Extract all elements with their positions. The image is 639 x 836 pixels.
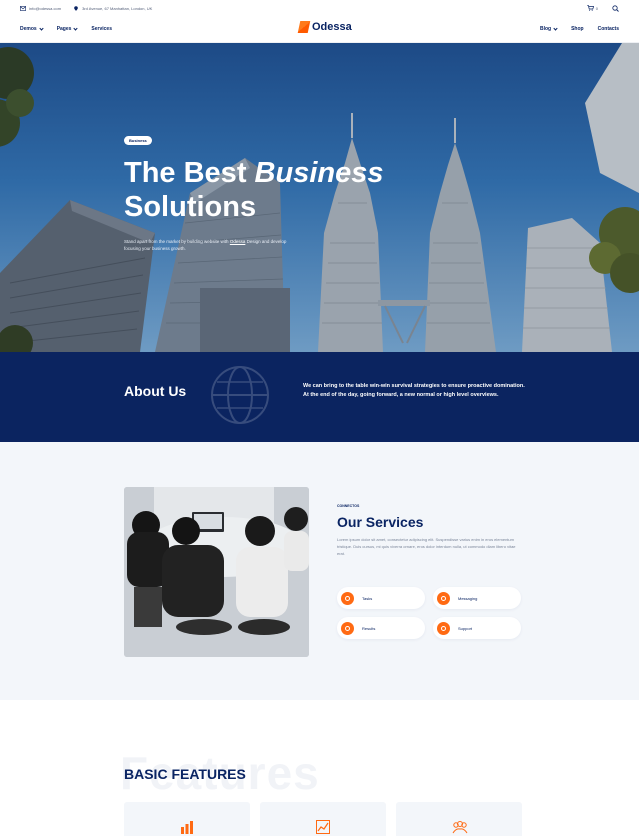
globe-icon [211,366,269,424]
service-chip-tasks[interactable]: Tasks [337,587,425,609]
nav-item-demos[interactable]: Demos [20,25,44,32]
nav-label: Contacts [597,26,619,32]
results-icon [341,621,354,635]
hero-title-emphasis: Business [254,157,384,189]
main-navigation: Demos Pages Services Odessa Blog Shop Co… [0,16,639,43]
tasks-icon [341,591,354,605]
email-contact[interactable]: info@odessa.com [20,6,61,11]
hero-desc-link[interactable]: Odessa [230,239,246,244]
nav-item-blog[interactable]: Blog [539,25,558,32]
cart-icon [587,5,594,11]
messaging-icon [437,591,450,605]
chip-label: Results [362,625,376,631]
services-description: Lorem ipsum dolor sit amet, consectetur … [337,537,516,556]
features-section: Features BASIC FEATURES [0,700,639,836]
feature-card-2[interactable] [260,802,386,836]
chevron-down-icon [73,25,79,31]
chevron-down-icon [39,25,44,31]
about-text: We can bring to the table win-win surviv… [303,383,525,398]
mail-icon [20,5,26,11]
support-icon [437,621,450,635]
service-chip-results[interactable]: Results [337,617,425,639]
email-text[interactable]: info@odessa.com [29,6,61,11]
nav-item-pages[interactable]: Pages [56,25,79,32]
feature-card-1[interactable] [124,802,250,836]
nav-label: Pages [56,26,72,32]
about-section: About Us We can bring to the table win-w… [0,352,639,442]
brand-name: Odessa [312,21,352,33]
service-chip-support[interactable]: Support [433,617,521,639]
hero-title: The Best Business Solutions [124,156,384,224]
services-section: CONNECTOS Our Services Lorem ipsum dolor… [0,442,639,700]
hero-tag-badge: Business [124,136,152,145]
hero-desc-text: Stand apart from the market by building … [124,239,229,244]
hero-title-plain: The Best [124,157,247,189]
bar-chart-icon [181,821,193,834]
chevron-down-icon [553,25,558,31]
nav-label: Demos [20,26,37,32]
chip-label: Tasks [362,595,373,601]
nav-label: Services [91,26,112,32]
nav-label: Blog [539,26,552,32]
hero-title-line2: Solutions [124,191,257,223]
top-info-bar: info@odessa.com 3rd Avenue, 67 Manhattan… [0,0,639,16]
cart-button[interactable]: 0 [587,5,598,11]
brand-logo[interactable]: Odessa [297,21,352,33]
logo-mark-icon [297,21,311,33]
address-text: 3rd Avenue, 67 Manhattan, London, UK [82,5,153,11]
line-chart-icon [316,820,330,834]
map-pin-icon [74,5,78,11]
service-chip-messaging[interactable]: Messaging [433,587,521,609]
services-title: Our Services [337,514,424,530]
hero-banner: Business The Best Business Solutions Sta… [0,43,639,352]
hero-description: Stand apart from the market by building … [124,238,294,252]
nav-label: Shop [571,26,584,32]
team-icon [452,821,468,834]
services-kicker: CONNECTOS [337,504,360,508]
search-icon[interactable] [612,4,619,12]
cart-count: 0 [595,5,598,11]
address-contact: 3rd Avenue, 67 Manhattan, London, UK [73,6,152,11]
feature-card-3[interactable] [396,802,522,836]
team-meeting-photo [124,487,309,657]
about-title: About Us [124,383,187,399]
nav-item-services[interactable]: Services [91,26,112,32]
nav-item-shop[interactable]: Shop [571,26,584,32]
nav-item-contacts[interactable]: Contacts [598,26,619,32]
chip-label: Messaging [458,595,478,601]
chip-label: Support [458,625,473,631]
features-title: BASIC FEATURES [124,766,246,782]
